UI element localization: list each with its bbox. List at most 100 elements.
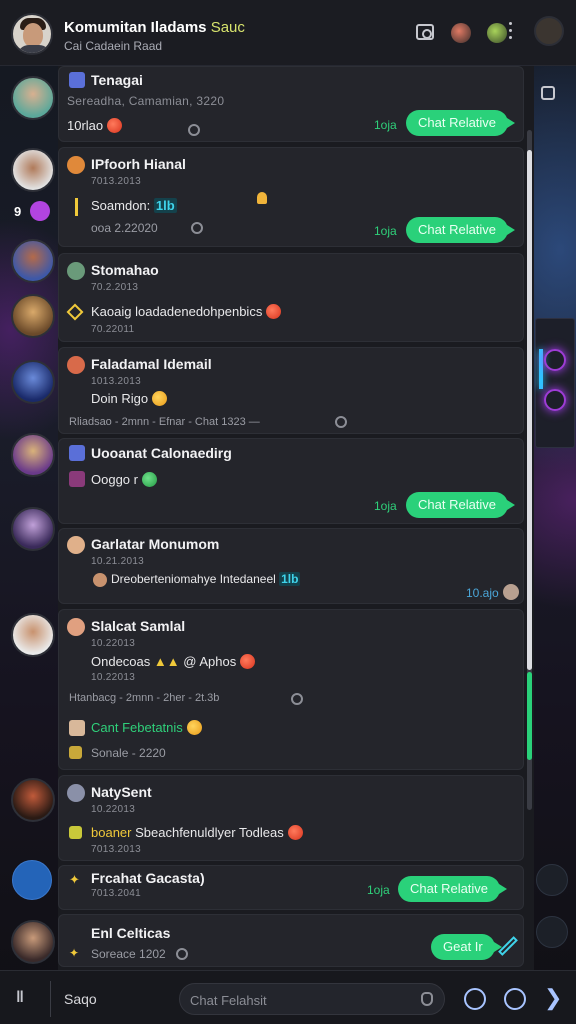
attachment-icon (69, 746, 82, 759)
get-button[interactable]: Geat Ir (431, 934, 502, 960)
chat-footer: Sonale - 2220 (91, 746, 166, 760)
chat-relative-button[interactable]: Chat Relative (406, 110, 516, 136)
chat-meta: 10.22013 (91, 672, 136, 683)
chat-card[interactable]: Faladamal Idemail 1013.2013 Doin Rigo Rl… (58, 347, 524, 434)
star-icon: ✦ (69, 872, 80, 887)
avatar[interactable] (487, 23, 507, 43)
chat-time: 1oja (374, 118, 397, 132)
chat-relative-button[interactable]: Chat Relative (406, 217, 516, 243)
camera-icon[interactable] (541, 86, 555, 100)
chat-name: Frcahat Gacasta) (91, 870, 205, 886)
clock-icon (335, 416, 347, 428)
chat-name: Stomahao (91, 262, 159, 278)
avatar[interactable] (11, 778, 55, 822)
chat-time: 1oja (374, 499, 397, 513)
chat-time: 1oja (367, 883, 390, 897)
chat-relative-button[interactable]: Chat Relative (406, 492, 516, 518)
shield-icon[interactable] (421, 992, 433, 1006)
avatar[interactable] (451, 23, 471, 43)
calendar-icon[interactable] (536, 916, 568, 948)
chat-meta: 10.22013 (91, 804, 136, 815)
system-message: Htanbacg - 2mnn - 2her - 2t.3b (69, 692, 220, 704)
avatar[interactable] (11, 920, 55, 964)
chat-name: Tenagai (91, 72, 143, 88)
chat-name: Slalcat Samlal (91, 618, 186, 634)
star-icon: ✦ (69, 946, 80, 960)
compose-field[interactable] (179, 983, 445, 1015)
chat-relative-button[interactable]: Chat Relative (398, 876, 508, 902)
media-icon (69, 471, 85, 487)
avatar (503, 584, 519, 600)
chat-card[interactable]: ✦ Frcahat Gacasta) 7013.2041 1oja Chat R… (58, 865, 524, 910)
chat-card[interactable]: Tenagai Sereadha, Camamian, 3220 10rlao … (58, 66, 524, 142)
chat-subtitle: Sereadha, Camamian, 3220 (67, 94, 225, 108)
chat-card[interactable]: Garlatar Monumom 10.21.2013 Dreobertenio… (58, 528, 524, 604)
avatar[interactable] (534, 16, 564, 46)
avatar[interactable] (11, 507, 55, 551)
chat-time: 1oja (374, 224, 397, 238)
chat-meta: 70.22011 (91, 324, 135, 335)
chat-message: Cant Febetatnis (91, 720, 202, 735)
chat-message: boaner Sbeachfenuldlyer Todleas (91, 825, 303, 840)
chat-meta: 7013.2041 (91, 888, 141, 899)
scrollbar-thumb[interactable] (527, 150, 532, 670)
chat-message: 10rlao (67, 118, 123, 133)
document-icon (69, 720, 85, 736)
compass-icon[interactable] (12, 860, 52, 900)
chat-meta: 7013.2013 (91, 176, 141, 187)
chat-message: Kaoaig loadadenedohpenbics (91, 304, 282, 319)
chat-name: IPfoorh Hianal (91, 156, 186, 172)
chat-message: Ooggo r (91, 472, 157, 487)
avatar[interactable] (11, 76, 55, 120)
clock-icon[interactable] (536, 864, 568, 896)
chat-card[interactable]: Slalcat Samlal 10.22013 Ondecoas ▲▲ @ Ap… (58, 609, 524, 770)
chat-meta: 7013.2013 (91, 844, 141, 855)
chat-card[interactable]: NatySent 10.22013 boaner Sbeachfenuldlye… (58, 775, 524, 861)
message-input[interactable] (190, 990, 410, 1010)
chat-footer: Soreace 1202 (91, 947, 166, 961)
clock-icon (176, 948, 188, 960)
chat-time: 10.ajo (466, 586, 499, 600)
avatar[interactable] (11, 613, 55, 657)
group-icon (69, 72, 85, 88)
avatar (67, 536, 85, 554)
avatar[interactable] (11, 13, 53, 55)
timer-icon[interactable] (464, 988, 486, 1010)
chat-meta: 10.21.2013 (91, 556, 145, 567)
clock-icon[interactable] (504, 988, 526, 1010)
chat-name: Enl Celticas (91, 925, 171, 941)
chat-card[interactable]: Stomahao 70.2.2013 Kaoaig loadadenedohpe… (58, 253, 524, 342)
bottom-label: Saqo (64, 991, 97, 1007)
attachment-icon (69, 826, 82, 839)
avatar[interactable] (11, 148, 55, 192)
quote-bar (75, 198, 78, 216)
chat-name: Uooanat Calonaedirg (91, 445, 232, 461)
unread-badge: 9 (14, 204, 22, 219)
avatar[interactable] (11, 239, 55, 283)
chat-name: NatySent (91, 784, 152, 800)
system-message: Rliadsao - 2mnn - Efnar - Chat 1323 — (69, 416, 260, 428)
avatar[interactable] (11, 433, 55, 477)
avatar (67, 156, 85, 174)
avatar[interactable] (11, 294, 55, 338)
more-icon[interactable] (509, 22, 513, 42)
avatar (93, 573, 107, 587)
led-strip (539, 349, 543, 389)
camera-icon[interactable] (416, 24, 434, 40)
chat-message: Ondecoas ▲▲ @ Aphos (91, 654, 256, 669)
avatar (67, 784, 85, 802)
fan-icon (544, 349, 566, 371)
scrollbar-thumb-active[interactable] (527, 672, 532, 760)
menu-icon[interactable]: ‖ (16, 989, 24, 1007)
page-subtitle: Cai Cadaein Raad (64, 39, 163, 53)
chat-card[interactable]: Enl Celticas ✦ Soreace 1202 Geat Ir (58, 914, 524, 967)
clock-icon (191, 222, 203, 234)
send-icon[interactable]: ❯ (544, 985, 562, 1011)
clock-icon (188, 124, 200, 136)
chat-card[interactable]: Uooanat Calonaedirg Ooggo r 1oja Chat Re… (58, 438, 524, 524)
top-header: Komumitan Iladams Sauc Cai Cadaein Raad (0, 0, 576, 66)
chat-message: Doin Rigo (91, 391, 168, 406)
chat-message: Dreoberteniomahye Intedaneel 1lb (111, 572, 301, 586)
avatar[interactable] (11, 360, 55, 404)
chat-card[interactable]: IPfoorh Hianal 7013.2013 Soamdon: 1lb oo… (58, 147, 524, 247)
